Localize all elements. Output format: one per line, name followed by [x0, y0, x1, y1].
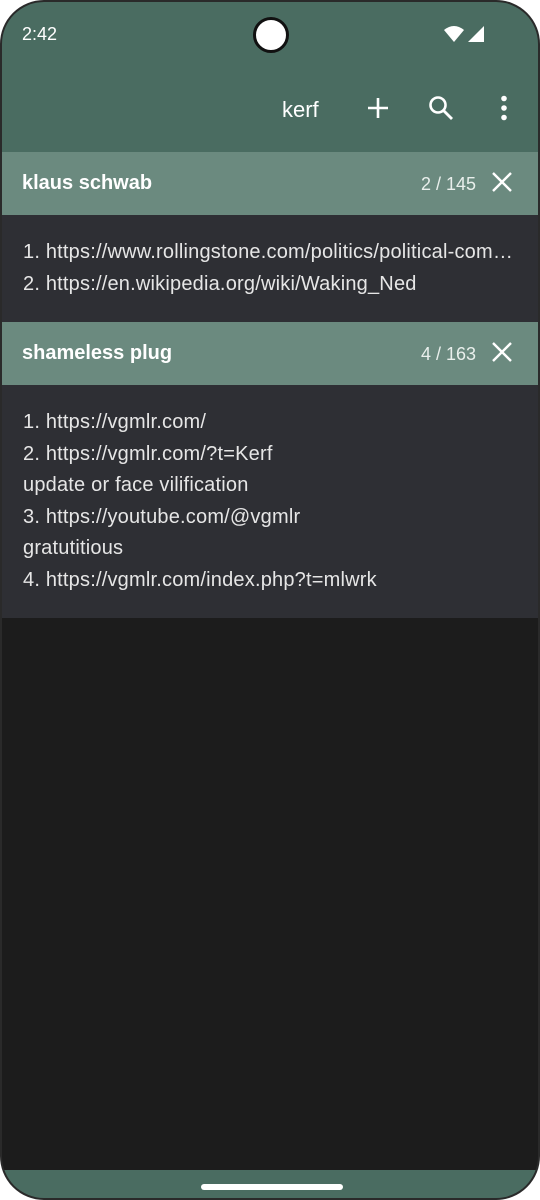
list-item[interactable]: gratutitious	[23, 533, 516, 565]
section-count: 4 / 163	[420, 344, 476, 364]
add-button[interactable]	[358, 90, 398, 130]
cellular-signal-icon	[468, 26, 484, 47]
section-body[interactable]: 1. https://www.rollingstone.com/politics…	[2, 215, 538, 322]
more-options-button[interactable]	[484, 90, 524, 130]
search-button[interactable]	[421, 90, 461, 130]
status-time: 2:42	[22, 24, 58, 44]
close-icon	[492, 341, 512, 367]
navigation-bar	[2, 1170, 538, 1198]
search-icon	[428, 95, 454, 126]
section-body[interactable]: 1. https://vgmlr.com/ 2. https://vgmlr.c…	[2, 385, 538, 618]
home-gesture-handle[interactable]	[201, 1184, 343, 1190]
list-item[interactable]: 3. https://youtube.com/@vgmlr	[23, 502, 516, 534]
section-header[interactable]: shameless plug 4 / 163	[2, 322, 538, 385]
close-section-button[interactable]	[490, 341, 514, 367]
wifi-icon	[444, 26, 464, 47]
app-bar: kerf	[2, 70, 538, 152]
camera-cutout	[253, 17, 289, 53]
app-title[interactable]: kerf	[282, 97, 319, 123]
list-item[interactable]: update or face vilification	[23, 470, 516, 502]
close-icon	[492, 171, 512, 197]
section-title: shameless plug	[22, 342, 173, 364]
list-item[interactable]: 2. https://en.wikipedia.org/wiki/Waking_…	[23, 269, 516, 301]
list-item[interactable]: 4. https://vgmlr.com/index.php?t=mlwrk	[23, 565, 516, 597]
phone-frame: 2:42 kerf klaus schwab 2 / 145 1. https:…	[0, 0, 540, 1200]
list-item[interactable]: 1. https://vgmlr.com/	[23, 407, 516, 439]
section-title: klaus schwab	[22, 172, 153, 194]
section-header[interactable]: klaus schwab 2 / 145	[2, 152, 538, 215]
system-icons	[444, 26, 484, 47]
list-item[interactable]: 1. https://www.rollingstone.com/politics…	[23, 237, 516, 269]
list-item[interactable]: 2. https://vgmlr.com/?t=Kerf	[23, 439, 516, 471]
more-vert-icon	[500, 95, 508, 126]
status-bar: 2:42	[2, 2, 538, 70]
section-count: 2 / 145	[420, 174, 476, 194]
add-icon	[366, 96, 390, 125]
close-section-button[interactable]	[490, 171, 514, 197]
